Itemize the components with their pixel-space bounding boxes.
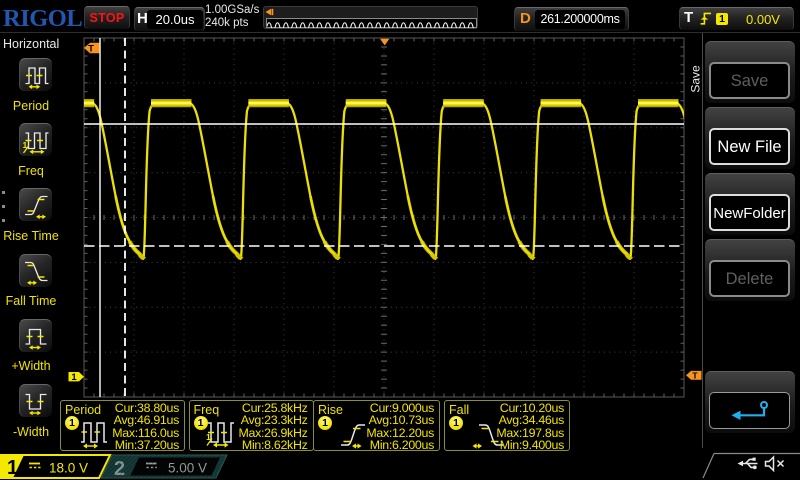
svg-text:1: 1 <box>71 372 77 383</box>
svg-text:T: T <box>692 370 698 380</box>
svg-text:T: T <box>88 44 94 55</box>
svg-text:2: 2 <box>114 458 125 480</box>
svg-text:18.0 V: 18.0 V <box>49 460 88 475</box>
svg-text:1: 1 <box>7 457 18 479</box>
svg-text:5.00 V: 5.00 V <box>168 460 207 475</box>
